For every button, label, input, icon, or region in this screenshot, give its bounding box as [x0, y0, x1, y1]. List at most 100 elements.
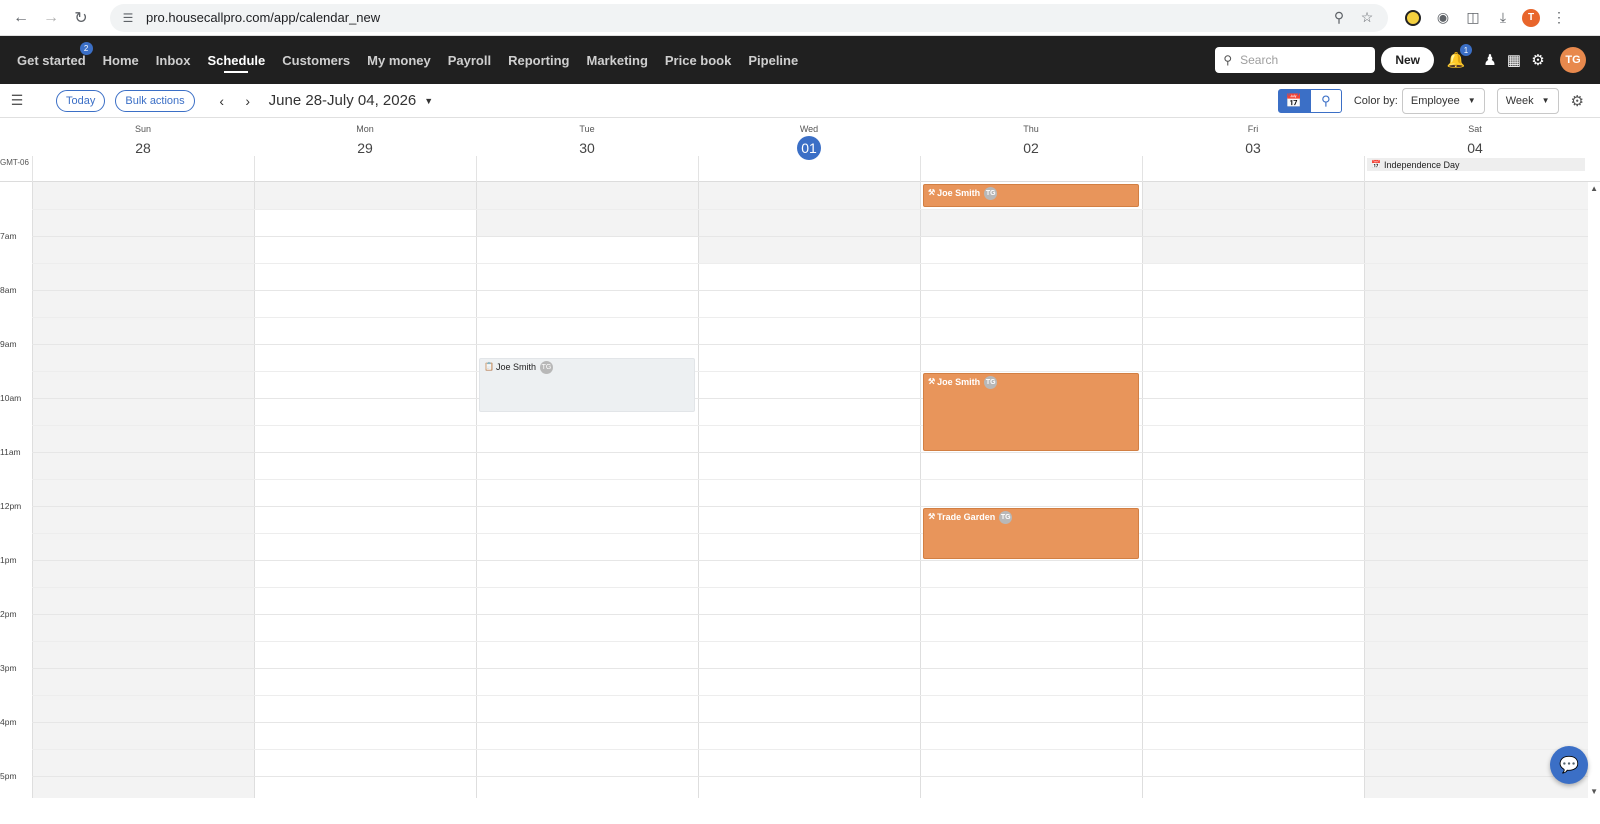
- event-name: Trade Garden: [937, 512, 996, 522]
- day-header-sun[interactable]: Sun 28: [32, 118, 254, 160]
- allday-divider: [1364, 156, 1365, 182]
- day-column-sun[interactable]: [32, 182, 254, 798]
- time-label: 7am: [0, 231, 17, 241]
- day-column-tue[interactable]: [476, 182, 698, 798]
- time-label: 4pm: [0, 717, 17, 727]
- calendar-event[interactable]: ⚒ Joe Smith TG: [923, 373, 1139, 451]
- grid-line: [32, 209, 1588, 210]
- dow-label: Sun: [134, 124, 151, 134]
- view-select[interactable]: Week ▼: [1496, 87, 1559, 114]
- nav-get-started[interactable]: Get started 2: [17, 41, 93, 68]
- search-icon: ⚲: [1223, 53, 1233, 67]
- nav-schedule[interactable]: Schedule: [207, 53, 265, 73]
- day-header-tue[interactable]: Tue 30: [476, 118, 698, 160]
- day-column-fri[interactable]: [1142, 182, 1364, 798]
- nav-payroll[interactable]: Payroll: [448, 53, 491, 68]
- menu-icon[interactable]: ☰: [8, 92, 26, 109]
- bulk-actions-button[interactable]: Bulk actions: [115, 89, 195, 112]
- new-button[interactable]: New: [1381, 47, 1434, 73]
- allday-divider: [254, 156, 255, 182]
- prev-week-chevron-icon[interactable]: ‹: [213, 93, 231, 109]
- apps-grid-icon[interactable]: ▦: [1502, 48, 1526, 72]
- grid-line: [32, 344, 1588, 345]
- grid-line: [32, 587, 1588, 588]
- range-caret-down-icon[interactable]: ▼: [424, 96, 433, 106]
- notification-bell-icon[interactable]: 🔔 1: [1444, 44, 1472, 72]
- color-by-value: Employee: [1410, 94, 1460, 107]
- wrench-icon: ⚒: [928, 377, 936, 386]
- nav-reporting[interactable]: Reporting: [508, 53, 569, 68]
- nav-customers[interactable]: Customers: [282, 53, 350, 68]
- next-week-chevron-icon[interactable]: ›: [239, 93, 257, 109]
- off-hours-shade: [255, 182, 476, 209]
- time-label: 9am: [0, 339, 17, 349]
- forward-icon[interactable]: →: [38, 5, 64, 31]
- grid-line: [32, 506, 1588, 507]
- day-column-wed[interactable]: [698, 182, 920, 798]
- download-icon[interactable]: ⤓: [1492, 7, 1514, 29]
- today-button[interactable]: Today: [56, 89, 106, 112]
- event-name: Joe Smith: [495, 362, 536, 372]
- nav-marketing[interactable]: Marketing: [586, 53, 647, 68]
- nav-pipeline[interactable]: Pipeline: [748, 53, 798, 68]
- search-input[interactable]: ⚲ Search: [1215, 47, 1376, 73]
- day-header-fri[interactable]: Fri 03: [1142, 118, 1364, 160]
- calendar-event[interactable]: ⚒ Joe Smith TG: [923, 184, 1139, 207]
- user-avatar[interactable]: TG: [1560, 47, 1586, 73]
- day-column-sat[interactable]: [1364, 182, 1588, 798]
- settings-gear-icon[interactable]: ⚙: [1526, 48, 1550, 72]
- day-column-thu[interactable]: [920, 182, 1142, 798]
- day-number: 03: [1245, 140, 1261, 156]
- map-pin-view-icon[interactable]: ⚲: [1309, 88, 1342, 113]
- allday-divider: [476, 156, 477, 182]
- nav-price-book[interactable]: Price book: [665, 53, 731, 68]
- scroll-up-arrow-icon[interactable]: ▲: [1590, 184, 1598, 193]
- nav-inbox[interactable]: Inbox: [156, 53, 191, 68]
- assignee-avatar: TG: [999, 511, 1013, 524]
- person-icon[interactable]: ♟: [1478, 48, 1502, 72]
- time-label: 5pm: [0, 771, 17, 781]
- assignee-avatar: TG: [984, 187, 998, 200]
- site-settings-icon[interactable]: ☰: [120, 10, 136, 26]
- calendar-event[interactable]: ⚒ Trade Garden TG: [923, 508, 1139, 559]
- dow-label: Fri: [1247, 124, 1259, 134]
- day-header-thu[interactable]: Thu 02: [920, 118, 1142, 160]
- address-bar[interactable]: ☰ pro.housecallpro.com/app/calendar_new …: [110, 3, 1388, 32]
- calendar-event[interactable]: 📋 Joe Smith TG: [479, 358, 695, 412]
- puzzle-icon[interactable]: ◫: [1462, 7, 1484, 29]
- reload-icon[interactable]: ↻: [68, 5, 94, 31]
- day-column-mon[interactable]: [254, 182, 476, 798]
- date-range-title[interactable]: June 28-July 04, 2026: [269, 92, 417, 109]
- dow-label: Wed: [799, 124, 819, 134]
- search-placeholder: Search: [1240, 53, 1279, 67]
- allday-event-independence-day[interactable]: 📅 Independence Day: [1367, 158, 1585, 171]
- zoom-icon[interactable]: ⚲: [1328, 9, 1350, 26]
- time-label: 12pm: [0, 501, 22, 511]
- off-hours-shade: [921, 209, 1142, 236]
- color-by-select[interactable]: Employee ▼: [1401, 87, 1485, 114]
- off-hours-shade: [1143, 182, 1364, 263]
- day-header-mon[interactable]: Mon 29: [254, 118, 476, 160]
- vertical-scrollbar[interactable]: ▲ ▼: [1588, 182, 1600, 798]
- more-icon[interactable]: ⋮: [1548, 7, 1570, 29]
- nav-my-money[interactable]: My money: [367, 53, 431, 68]
- nav-home[interactable]: Home: [103, 53, 139, 68]
- back-icon[interactable]: ←: [8, 5, 34, 31]
- time-grid: 7am 8am 9am 10am 11am 12pm 1pm 2pm 3pm 4…: [0, 182, 1600, 798]
- calendar-settings-gear-icon[interactable]: ⚙: [1571, 92, 1584, 110]
- day-number: 04: [1467, 140, 1483, 156]
- bookmark-star-icon[interactable]: ☆: [1356, 9, 1378, 26]
- day-header-wed[interactable]: Wed 01: [698, 118, 920, 160]
- scroll-down-arrow-icon[interactable]: ▼: [1590, 787, 1598, 796]
- grid-line: [32, 722, 1588, 723]
- dow-label: Tue: [579, 124, 595, 134]
- chat-support-icon[interactable]: 💬: [1550, 746, 1588, 784]
- time-label: 10am: [0, 393, 22, 403]
- extension-icon[interactable]: [1402, 7, 1424, 29]
- camera-icon[interactable]: ◉: [1432, 7, 1454, 29]
- profile-avatar[interactable]: T: [1522, 8, 1540, 27]
- week-calendar: GMT-06 Sun 28 Mon 29 Tue 30 Wed 01 Thu 02 Fri…: [0, 118, 1600, 798]
- grid-line: [32, 560, 1588, 561]
- calendar-view-icon[interactable]: 📅: [1277, 88, 1310, 113]
- day-header-sat[interactable]: Sat 04: [1364, 118, 1586, 160]
